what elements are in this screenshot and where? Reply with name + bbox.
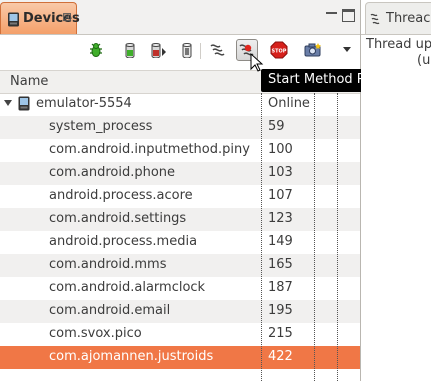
- dump-hprof-icon[interactable]: [148, 39, 170, 61]
- process-row[interactable]: com.android.settings 123: [0, 208, 360, 231]
- device-status: Online: [268, 96, 310, 111]
- mouse-cursor-icon: [250, 53, 264, 72]
- process-row[interactable]: com.android.alarmclock 187: [0, 277, 360, 300]
- devices-toolbar: STOP: [0, 35, 360, 68]
- process-pid: 107: [268, 188, 293, 203]
- device-tree: emulator-5554 Online system_process 59 com…: [0, 93, 360, 369]
- debug-bug-icon[interactable]: [85, 39, 107, 61]
- process-name: com.android.settings: [49, 211, 187, 226]
- device-icon: [8, 12, 19, 27]
- column-divider: [314, 93, 315, 381]
- process-pid: 103: [268, 165, 293, 180]
- devices-tab[interactable]: Devices ⊠: [0, 2, 80, 34]
- stop-process-icon[interactable]: STOP: [268, 39, 290, 61]
- process-pid: 422: [268, 349, 293, 364]
- process-row[interactable]: android.process.acore 107: [0, 185, 360, 208]
- process-name: android.process.acore: [49, 188, 193, 203]
- device-row[interactable]: emulator-5554 Online: [0, 93, 360, 116]
- process-pid: 123: [268, 211, 293, 226]
- process-name: android.process.media: [49, 234, 198, 249]
- process-pid: 165: [268, 257, 293, 272]
- minimize-icon[interactable]: [325, 9, 338, 22]
- threads-icon: [370, 13, 380, 25]
- process-pid: 195: [268, 303, 293, 318]
- process-pid: 59: [268, 119, 285, 134]
- column-divider: [261, 93, 262, 381]
- device-name: emulator-5554: [36, 96, 132, 111]
- svg-text:STOP: STOP: [272, 49, 287, 55]
- expander-icon[interactable]: [4, 100, 12, 106]
- process-name: com.svox.pico: [49, 326, 142, 341]
- process-name: com.android.inputmethod.piny: [49, 142, 250, 157]
- threads-message: Thread up: [366, 37, 431, 52]
- process-row-selected[interactable]: com.ajomannen.justroids 422: [0, 346, 360, 369]
- process-pid: 149: [268, 234, 293, 249]
- column-divider: [337, 93, 338, 381]
- update-heap-icon[interactable]: [119, 39, 141, 61]
- process-name: com.android.alarmclock: [49, 280, 206, 295]
- process-row[interactable]: com.android.phone 103: [0, 162, 360, 185]
- process-row[interactable]: com.android.email 195: [0, 300, 360, 323]
- threads-message-cont: (u: [417, 53, 431, 68]
- threads-tab-label: Threac: [386, 11, 431, 26]
- process-pid: 187: [268, 280, 293, 295]
- cause-gc-icon[interactable]: [176, 39, 198, 61]
- threads-view: Threac Thread up (u: [361, 0, 431, 381]
- process-row[interactable]: com.android.inputmethod.piny 100: [0, 139, 360, 162]
- tab-divider: [361, 34, 431, 35]
- devices-tab-strip: Devices ⊠: [0, 0, 360, 35]
- toolbar-separator: [200, 43, 201, 59]
- process-pid: 100: [268, 142, 293, 157]
- process-row[interactable]: com.android.mms 165: [0, 254, 360, 277]
- update-threads-icon[interactable]: [207, 39, 229, 61]
- process-name: com.android.email: [49, 303, 171, 318]
- screen-capture-icon[interactable]: [302, 39, 324, 61]
- threads-tab[interactable]: Threac: [365, 2, 431, 34]
- process-row[interactable]: com.svox.pico 215: [0, 323, 360, 346]
- devices-view: Devices ⊠ STOP Name emulator-5554 Online…: [0, 0, 361, 381]
- process-row[interactable]: system_process 59: [0, 116, 360, 139]
- view-menu-icon[interactable]: [336, 39, 358, 61]
- column-name-header[interactable]: Name: [10, 74, 48, 89]
- device-icon: [18, 96, 30, 111]
- maximize-icon[interactable]: [342, 9, 355, 22]
- close-tab-icon[interactable]: ⊠: [62, 10, 72, 24]
- process-pid: 215: [268, 326, 293, 341]
- process-name: com.android.mms: [49, 257, 167, 272]
- process-name: system_process: [49, 119, 153, 134]
- process-row[interactable]: android.process.media 149: [0, 231, 360, 254]
- process-name: com.android.phone: [49, 165, 176, 180]
- process-name: com.ajomannen.justroids: [49, 349, 214, 364]
